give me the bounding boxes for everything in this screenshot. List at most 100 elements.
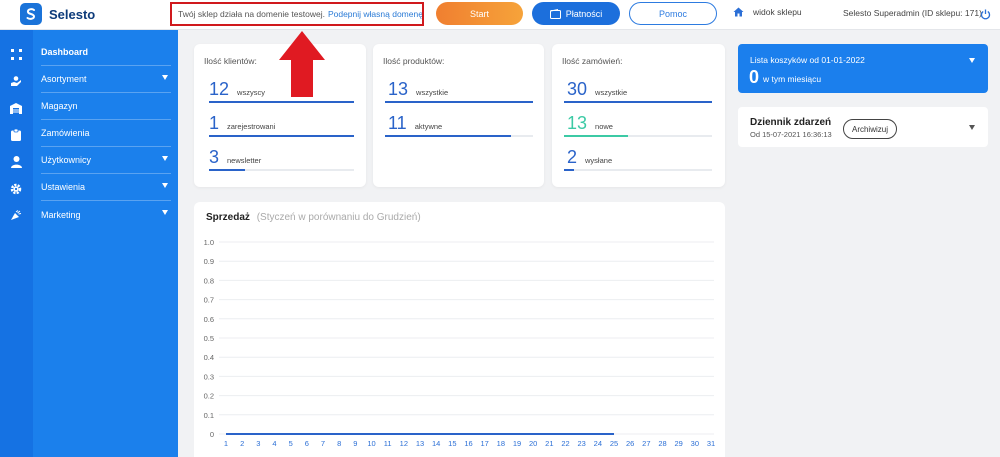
progress-bar <box>209 135 354 137</box>
red-arrow-annotation <box>279 31 325 97</box>
sidebar-menu: Dashboard Asortyment Magazyn Zamówienia … <box>33 30 178 457</box>
progress-bar <box>385 135 533 137</box>
y-tick-label: 0.8 <box>204 276 214 285</box>
y-tick-label: 0.9 <box>204 257 214 266</box>
hand-icon[interactable] <box>9 74 23 88</box>
x-tick-label: 8 <box>337 439 341 448</box>
x-tick-label: 29 <box>674 439 682 448</box>
stat-label: nowe <box>595 122 613 131</box>
products-card: Ilość produktów: 13 wszystkie 11 aktywne <box>373 44 544 187</box>
caret-down-icon[interactable] <box>969 58 975 63</box>
sidebar-item-label: Asortyment <box>41 74 87 84</box>
x-tick-label: 4 <box>272 439 276 448</box>
progress-bar <box>564 169 712 171</box>
x-tick-label: 20 <box>529 439 537 448</box>
brand-name: Selesto <box>49 6 96 22</box>
stat-row: 3 newsletter <box>209 148 261 166</box>
y-tick-label: 0.2 <box>204 392 214 401</box>
caret-down-icon[interactable] <box>969 125 975 130</box>
logo[interactable]: Selesto <box>20 3 95 25</box>
event-log-subtitle: Od 15-07-2021 16:36:13 <box>750 130 832 139</box>
clipboard-icon[interactable] <box>9 128 23 142</box>
x-tick-label: 27 <box>642 439 650 448</box>
sidebar-item-label: Użytkownicy <box>41 155 92 165</box>
stat-value: 1 <box>209 113 220 133</box>
sidebar-item-label: Marketing <box>41 209 81 220</box>
progress-fill <box>385 135 511 137</box>
progress-bar <box>209 169 354 171</box>
stat-label: newsletter <box>227 156 262 165</box>
x-tick-label: 7 <box>321 439 325 448</box>
start-label: Start <box>469 8 489 19</box>
stat-value: 12 <box>209 79 230 99</box>
carts-title: Lista koszyków od 01-01-2022 <box>750 55 865 65</box>
caret-down-icon <box>162 183 168 188</box>
payments-button[interactable]: Płatności <box>532 2 620 25</box>
y-tick-label: 0.5 <box>204 334 214 343</box>
sidebar-item-uzytkownicy[interactable]: Użytkownicy <box>41 147 171 174</box>
x-tick-label: 22 <box>561 439 569 448</box>
progress-bar <box>564 135 712 137</box>
sidebar-item-label: Dashboard <box>41 47 89 57</box>
stat-row: 30 wszystkie <box>567 80 627 98</box>
power-icon <box>980 9 991 20</box>
stat-value: 13 <box>567 113 588 133</box>
x-tick-label: 5 <box>289 439 293 448</box>
warehouse-icon[interactable] <box>9 101 23 115</box>
stat-label: wszystkie <box>595 88 628 97</box>
progress-fill <box>564 169 575 171</box>
progress-bar <box>209 101 354 103</box>
stat-row: 2 wysłane <box>567 148 612 166</box>
x-tick-label: 25 <box>610 439 618 448</box>
progress-fill <box>209 101 354 103</box>
stat-value: 3 <box>209 147 220 167</box>
logo-icon <box>20 3 42 25</box>
x-tick-label: 24 <box>594 439 602 448</box>
shop-view-link[interactable]: widok sklepu <box>733 7 802 17</box>
caret-down-icon <box>162 210 168 215</box>
start-button[interactable]: Start <box>436 2 523 25</box>
x-tick-label: 10 <box>367 439 375 448</box>
sidebar-item-marketing[interactable]: Marketing <box>41 201 171 228</box>
shop-view-label: widok sklepu <box>753 7 802 17</box>
caret-down-icon <box>162 75 168 80</box>
carts-card[interactable]: Lista koszyków od 01-01-2022 0 w tym mie… <box>738 44 988 93</box>
icon-rail <box>0 30 33 457</box>
x-tick-label: 19 <box>513 439 521 448</box>
archive-button[interactable]: Archiwizuj <box>843 119 897 139</box>
megaphone-icon[interactable] <box>9 209 23 223</box>
stat-row: 1 zarejestrowani <box>209 114 275 132</box>
sidebar-item-asortyment[interactable]: Asortyment <box>41 66 171 93</box>
stat-label: wysłane <box>585 156 613 165</box>
sales-chart-card: 0 0.1 0.2 0.3 0.4 0.5 0.6 0.7 0.8 0.9 1.0 1 2 3 4 5 6 7 8 9… <box>194 202 725 457</box>
card-title: Ilość zamówień: <box>562 56 623 66</box>
stat-value: 2 <box>567 147 578 167</box>
logout-button[interactable] <box>980 7 991 25</box>
progress-fill <box>209 169 246 171</box>
chart-title-main: Sprzedaż <box>206 212 250 223</box>
carts-subtitle: w tym miesiącu <box>763 74 822 84</box>
progress-fill <box>209 135 354 137</box>
connect-domain-link[interactable]: Podepnij własną domenę <box>328 9 422 19</box>
progress-bar <box>564 101 712 103</box>
x-tick-label: 6 <box>305 439 309 448</box>
top-bar: Selesto Twój sklep działa na domenie tes… <box>0 0 1000 30</box>
sidebar-item-ustawienia[interactable]: Ustawienia <box>41 174 171 201</box>
sidebar-item-magazyn[interactable]: Magazyn <box>41 93 171 120</box>
sidebar-item-dashboard[interactable]: Dashboard <box>41 39 171 66</box>
admin-info: Selesto Superadmin (ID sklepu: 171) <box>843 8 982 18</box>
gear-icon[interactable] <box>9 182 23 196</box>
event-log-title: Dziennik zdarzeń <box>750 117 832 128</box>
stat-label: wszyscy <box>237 88 265 97</box>
stat-row: 12 wszyscy <box>209 80 265 98</box>
stat-value: 11 <box>388 113 407 133</box>
user-icon[interactable] <box>9 155 23 169</box>
progress-fill <box>564 135 628 137</box>
grid-icon[interactable] <box>9 47 23 61</box>
sidebar-item-zamowienia[interactable]: Zamówienia <box>41 120 171 147</box>
y-tick-label: 1.0 <box>204 238 214 247</box>
progress-bar <box>385 101 533 103</box>
help-button[interactable]: Pomoc <box>629 2 717 25</box>
x-tick-label: 12 <box>400 439 408 448</box>
card-title: Ilość produktów: <box>383 56 445 66</box>
